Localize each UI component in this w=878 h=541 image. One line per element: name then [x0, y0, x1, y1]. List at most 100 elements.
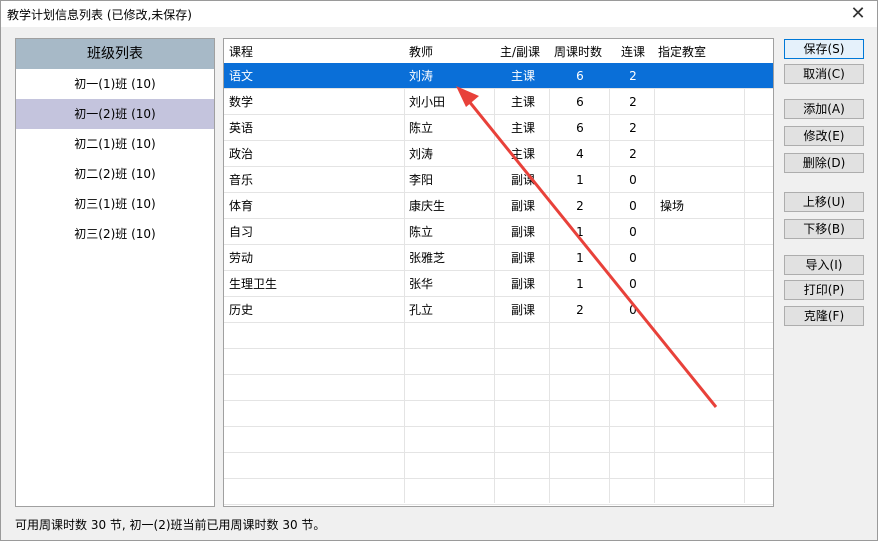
- cell-consecutive: 0: [629, 251, 637, 265]
- cell-consecutive: 2: [629, 95, 637, 109]
- cell-type: 主课: [510, 95, 535, 109]
- cell-course: 自习: [229, 225, 254, 239]
- class-list-item[interactable]: 初一(1)班 (10): [16, 69, 214, 99]
- dialog-window: 教学计划信息列表 (已修改,未保存) ✕ 班级列表 初一(1)班 (10) 初一…: [0, 0, 878, 541]
- cell-type: 副课: [510, 199, 535, 213]
- table-row[interactable]: 数学 刘小田 主课 6 2: [224, 89, 773, 115]
- column-header-hours[interactable]: 周课时数: [554, 43, 602, 60]
- cell-consecutive: 0: [629, 199, 637, 213]
- table-row[interactable]: 历史 孔立 副课 2 0: [224, 297, 773, 323]
- class-list-item[interactable]: 初二(2)班 (10): [16, 159, 214, 189]
- cell-course: 劳动: [229, 251, 254, 265]
- status-text: 可用周课时数 30 节, 初一(2)班当前已用周课时数 30 节。: [15, 518, 326, 532]
- cell-room: [660, 167, 740, 193]
- cell-teacher: 刘涛: [409, 147, 434, 161]
- cell-teacher: 康庆生: [409, 199, 446, 213]
- cell-room: [660, 219, 740, 245]
- empty-row: [224, 349, 773, 375]
- print-button[interactable]: 打印(P): [784, 280, 864, 300]
- cell-course: 数学: [229, 95, 254, 109]
- table-row[interactable]: 政治 刘涛 主课 4 2: [224, 141, 773, 167]
- table-row[interactable]: 音乐 李阳 副课 1 0: [224, 167, 773, 193]
- column-header-room[interactable]: 指定教室: [658, 43, 706, 60]
- teaching-plan-grid: 课程 教师 主/副课 周课时数 连课 指定教室 语文 刘涛 主课 6 2 数学 刘小田 主课 6…: [223, 38, 774, 507]
- window-title: 教学计划信息列表 (已修改,未保存): [7, 8, 192, 22]
- empty-row: [224, 479, 773, 505]
- table-row[interactable]: 自习 陈立 副课 1 0: [224, 219, 773, 245]
- cell-hours: 6: [576, 95, 584, 109]
- cell-room: [660, 89, 740, 115]
- table-row[interactable]: 生理卫生 张华 副课 1 0: [224, 271, 773, 297]
- cell-teacher: 张华: [409, 277, 434, 291]
- empty-row: [224, 401, 773, 427]
- delete-button[interactable]: 删除(D): [784, 153, 864, 173]
- cell-hours: 1: [576, 173, 584, 187]
- cell-teacher: 刘涛: [409, 69, 434, 83]
- cell-room: [660, 141, 740, 167]
- cell-type: 副课: [510, 251, 535, 265]
- cell-consecutive: 2: [629, 69, 637, 83]
- cell-type: 副课: [510, 277, 535, 291]
- cell-room: [660, 297, 740, 323]
- cell-course: 历史: [229, 303, 254, 317]
- clone-button[interactable]: 克隆(F): [784, 306, 864, 326]
- cell-consecutive: 0: [629, 225, 637, 239]
- edit-button[interactable]: 修改(E): [784, 126, 864, 146]
- cell-type: 主课: [510, 121, 535, 135]
- cell-consecutive: 0: [629, 173, 637, 187]
- cell-hours: 1: [576, 251, 584, 265]
- cell-room: [660, 271, 740, 297]
- cell-type: 副课: [510, 303, 535, 317]
- class-list-item-selected[interactable]: 初一(2)班 (10): [16, 99, 214, 129]
- close-icon[interactable]: ✕: [843, 1, 873, 27]
- cell-room: [660, 245, 740, 271]
- column-header-consecutive[interactable]: 连课: [621, 43, 645, 60]
- cell-room: 操场: [660, 199, 685, 213]
- cell-room: [660, 115, 740, 141]
- cell-teacher: 刘小田: [409, 95, 446, 109]
- cell-course: 音乐: [229, 173, 254, 187]
- cell-consecutive: 2: [629, 121, 637, 135]
- class-list-item[interactable]: 初三(1)班 (10): [16, 189, 214, 219]
- cell-type: 副课: [510, 173, 535, 187]
- empty-row: [224, 323, 773, 349]
- empty-row: [224, 427, 773, 453]
- cell-course: 政治: [229, 147, 254, 161]
- cell-consecutive: 0: [629, 303, 637, 317]
- column-header-type[interactable]: 主/副课: [500, 43, 540, 60]
- table-row[interactable]: 体育 康庆生 副课 2 0 操场: [224, 193, 773, 219]
- class-list-item[interactable]: 初三(2)班 (10): [16, 219, 214, 249]
- column-header-course[interactable]: 课程: [229, 43, 253, 60]
- cell-course: 语文: [229, 69, 254, 83]
- table-row[interactable]: 劳动 张雅芝 副课 1 0: [224, 245, 773, 271]
- add-button[interactable]: 添加(A): [784, 99, 864, 119]
- cell-hours: 6: [576, 69, 584, 83]
- cell-teacher: 孔立: [409, 303, 434, 317]
- cell-hours: 1: [576, 225, 584, 239]
- column-header-teacher[interactable]: 教师: [409, 43, 433, 60]
- grid-body: 语文 刘涛 主课 6 2 数学 刘小田 主课 6 2 英语 陈立 主课 6 2 政治 刘涛 主课 4 2 音乐 李阳 副课 1…: [224, 63, 773, 505]
- grid-header: 课程 教师 主/副课 周课时数 连课 指定教室: [224, 39, 773, 63]
- cell-course: 生理卫生: [229, 277, 278, 291]
- table-row[interactable]: 英语 陈立 主课 6 2: [224, 115, 773, 141]
- empty-row: [224, 453, 773, 479]
- cell-course: 英语: [229, 121, 254, 135]
- import-button[interactable]: 导入(I): [784, 255, 864, 275]
- cell-room: [660, 63, 740, 89]
- cell-consecutive: 0: [629, 277, 637, 291]
- cell-hours: 1: [576, 277, 584, 291]
- cell-type: 主课: [510, 69, 535, 83]
- class-list-item[interactable]: 初二(1)班 (10): [16, 129, 214, 159]
- move-up-button[interactable]: 上移(U): [784, 192, 864, 212]
- class-list-header: 班级列表: [16, 39, 214, 69]
- cell-consecutive: 2: [629, 147, 637, 161]
- cell-course: 体育: [229, 199, 254, 213]
- cell-hours: 2: [576, 303, 584, 317]
- save-button[interactable]: 保存(S): [784, 39, 864, 59]
- move-down-button[interactable]: 下移(B): [784, 219, 864, 239]
- cell-teacher: 陈立: [409, 121, 434, 135]
- cell-hours: 2: [576, 199, 584, 213]
- cell-type: 副课: [510, 225, 535, 239]
- cancel-button[interactable]: 取消(C): [784, 64, 864, 84]
- table-row-selected[interactable]: 语文 刘涛 主课 6 2: [224, 63, 773, 89]
